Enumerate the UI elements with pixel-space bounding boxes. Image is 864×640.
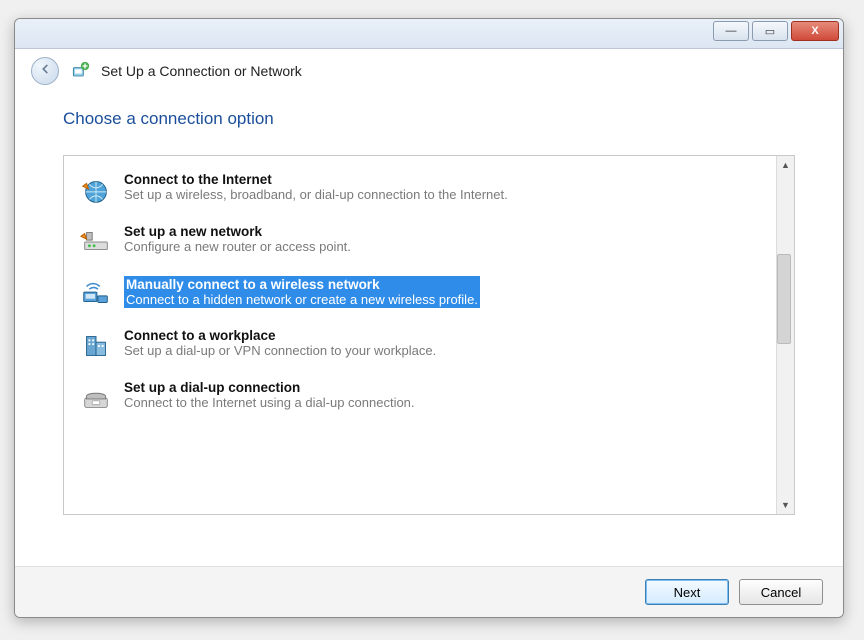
back-button[interactable] [31,57,59,85]
wizard-window: — ▭ X Set Up a Connection or Network Cho… [14,18,844,618]
option-workplace[interactable]: Connect to a workplace Set up a dial-up … [70,322,770,370]
page-heading: Choose a connection option [63,109,795,129]
option-new-network[interactable]: Set up a new network Configure a new rou… [70,218,770,266]
globe-icon [78,172,114,208]
option-title: Manually connect to a wireless network [126,277,478,292]
option-dialup[interactable]: Set up a dial-up connection Connect to t… [70,374,770,422]
option-title: Connect to a workplace [124,328,436,343]
option-desc: Connect to the Internet using a dial-up … [124,395,415,410]
options-scroll-area: Connect to the Internet Set up a wireles… [64,156,776,514]
scroll-thumb[interactable] [777,254,791,344]
wireless-icon [78,276,114,312]
scroll-track[interactable] [777,174,794,496]
phone-icon [78,380,114,416]
titlebar: — ▭ X [15,19,843,49]
window-controls: — ▭ X [713,21,839,41]
next-button[interactable]: Next [645,579,729,605]
option-desc: Set up a wireless, broadband, or dial-up… [124,187,508,202]
options-listbox: Connect to the Internet Set up a wireles… [63,155,795,515]
scroll-down-icon[interactable]: ▼ [777,496,794,514]
router-icon [78,224,114,260]
option-manual-wireless[interactable]: Manually connect to a wireless network C… [70,270,770,318]
footer: Next Cancel [15,566,843,617]
wizard-title: Set Up a Connection or Network [101,63,302,79]
option-desc: Set up a dial-up or VPN connection to yo… [124,343,436,358]
building-icon [78,328,114,364]
minimize-button[interactable]: — [713,21,749,41]
cancel-button[interactable]: Cancel [739,579,823,605]
scrollbar[interactable]: ▲ ▼ [776,156,794,514]
option-title: Connect to the Internet [124,172,508,187]
option-title: Set up a new network [124,224,351,239]
maximize-button[interactable]: ▭ [752,21,788,41]
close-button[interactable]: X [791,21,839,41]
back-arrow-icon [38,62,52,81]
header-row: Set Up a Connection or Network [15,49,843,91]
option-desc: Configure a new router or access point. [124,239,351,254]
option-title: Set up a dial-up connection [124,380,415,395]
wizard-body: Choose a connection option Connect to th… [15,91,843,566]
option-desc: Connect to a hidden network or create a … [126,292,478,307]
option-connect-internet[interactable]: Connect to the Internet Set up a wireles… [70,166,770,214]
network-plus-icon [69,60,91,82]
scroll-up-icon[interactable]: ▲ [777,156,794,174]
